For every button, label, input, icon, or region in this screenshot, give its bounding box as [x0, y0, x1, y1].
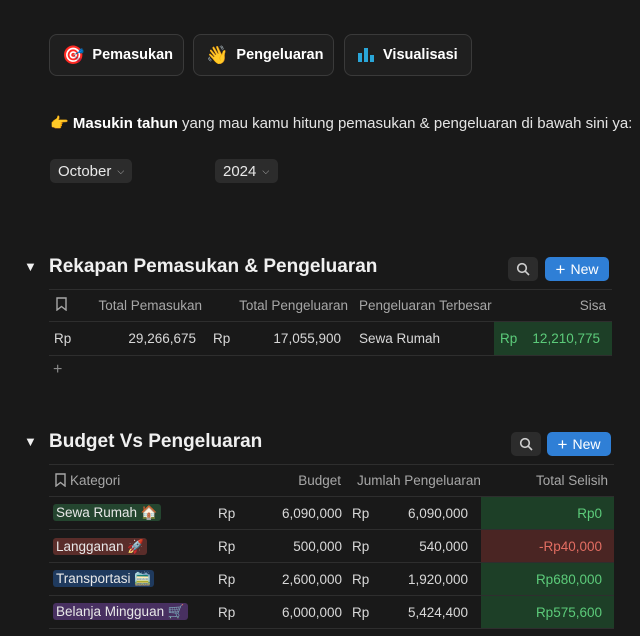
new-label: New: [572, 436, 601, 452]
table-row: Belanja Mingguan 🛒: [53, 603, 188, 620]
month-value: October: [58, 162, 112, 180]
month-select[interactable]: October ⌵: [50, 159, 132, 183]
header-total-pemasukan[interactable]: Total Pemasukan: [95, 298, 202, 313]
currency-label: Rp: [218, 572, 236, 587]
bar-chart-icon: [357, 46, 375, 65]
pengeluaran-terbesar-value: Sewa Rumah: [359, 331, 441, 346]
divider: [49, 464, 614, 465]
year-value: 2024: [223, 162, 257, 180]
new-button-budget[interactable]: + New: [547, 432, 611, 456]
nav-button-pengeluaran[interactable]: 👋 Pengeluaran: [193, 34, 334, 76]
kategori-tag[interactable]: Sewa Rumah 🏠: [53, 504, 161, 521]
divider: [49, 628, 614, 629]
prompt-bold: Masukin tahun: [72, 115, 178, 132]
selisih-value: -Rp40,000: [538, 539, 602, 554]
kategori-tag[interactable]: Belanja Mingguan 🛒: [53, 603, 188, 620]
currency-label: Rp: [218, 506, 236, 521]
section-title-budget: Budget Vs Pengeluaran: [49, 431, 263, 452]
target-icon: 🎯: [62, 45, 85, 65]
pointing-hand-icon: 👉: [50, 115, 69, 132]
header-jumlah-pengeluaran[interactable]: Jumlah Pengeluaran: [357, 473, 481, 488]
search-button[interactable]: [508, 257, 538, 281]
add-row-button[interactable]: +: [53, 361, 62, 379]
currency-label: Rp: [500, 331, 518, 346]
jumlah-value: 5,424,400: [407, 605, 468, 620]
header-total-pengeluaran[interactable]: Total Pengeluaran: [230, 298, 348, 313]
nav-button-pemasukan[interactable]: 🎯 Pemasukan: [49, 34, 184, 76]
header-budget[interactable]: Budget: [260, 473, 341, 488]
selisih-value: Rp0: [577, 506, 602, 521]
kategori-tag[interactable]: Transportasi 🚞: [53, 570, 155, 587]
chevron-down-icon: ⌵: [117, 165, 125, 176]
currency-label: Rp: [352, 572, 370, 587]
section-title-rekapan: Rekapan Pemasukan & Pengeluaran: [49, 256, 378, 277]
year-select[interactable]: 2024 ⌵: [215, 159, 278, 183]
collapse-toggle-budget[interactable]: ▼: [24, 434, 37, 449]
search-icon: [516, 262, 530, 276]
bookmark-icon: [56, 297, 67, 314]
collapse-toggle-rekapan[interactable]: ▼: [24, 259, 37, 274]
jumlah-value: 6,090,000: [407, 506, 468, 521]
search-button[interactable]: [511, 432, 541, 456]
budget-value: 2,600,000: [281, 572, 342, 587]
nav-label: Visualisasi: [383, 47, 458, 63]
jumlah-value: 1,920,000: [407, 572, 468, 587]
currency-label: Rp: [213, 331, 231, 346]
year-prompt: 👉 Masukin tahun yang mau kamu hitung pem…: [50, 114, 632, 132]
table-row: Sewa Rumah 🏠: [53, 504, 161, 521]
header-sisa[interactable]: Sisa: [540, 298, 606, 313]
jumlah-value: 540,000: [419, 539, 468, 554]
currency-label: Rp: [352, 506, 370, 521]
kategori-tag[interactable]: Langganan 🚀: [53, 538, 148, 555]
plus-icon: +: [557, 434, 568, 454]
divider: [49, 289, 612, 290]
currency-label: Rp: [218, 605, 236, 620]
table-row: Langganan 🚀: [53, 538, 148, 555]
sisa-value: 12,210,775: [532, 331, 600, 346]
divider: [49, 355, 612, 356]
header-total-selisih[interactable]: Total Selisih: [520, 473, 608, 488]
prompt-text: yang mau kamu hitung pemasukan & pengelu…: [177, 115, 633, 132]
budget-value: 6,090,000: [281, 506, 342, 521]
plus-icon: +: [555, 259, 566, 279]
nav-button-visualisasi[interactable]: Visualisasi: [344, 34, 472, 76]
total-pemasukan-value: 29,266,675: [128, 331, 196, 346]
header-pengeluaran-terbesar[interactable]: Pengeluaran Terbesar: [359, 298, 492, 313]
table-row: Transportasi 🚞: [53, 570, 155, 587]
total-pengeluaran-value: 17,055,900: [273, 331, 341, 346]
new-button-rekapan[interactable]: + New: [545, 257, 609, 281]
currency-label: Rp: [352, 605, 370, 620]
nav-label: Pengeluaran: [236, 47, 324, 63]
budget-value: 500,000: [293, 539, 342, 554]
new-label: New: [570, 261, 599, 277]
header-kategori[interactable]: Kategori: [70, 473, 120, 488]
budget-value: 6,000,000: [281, 605, 342, 620]
currency-label: Rp: [218, 539, 236, 554]
nav-label: Pemasukan: [92, 47, 174, 63]
selisih-value: Rp575,600: [535, 605, 602, 620]
chevron-down-icon: ⌵: [262, 165, 270, 176]
selisih-value: Rp680,000: [535, 572, 602, 587]
currency-label: Rp: [54, 331, 72, 346]
currency-label: Rp: [352, 539, 370, 554]
bookmark-icon: [55, 473, 66, 490]
waving-hand-icon: 👋: [206, 45, 229, 65]
search-icon: [519, 437, 533, 451]
